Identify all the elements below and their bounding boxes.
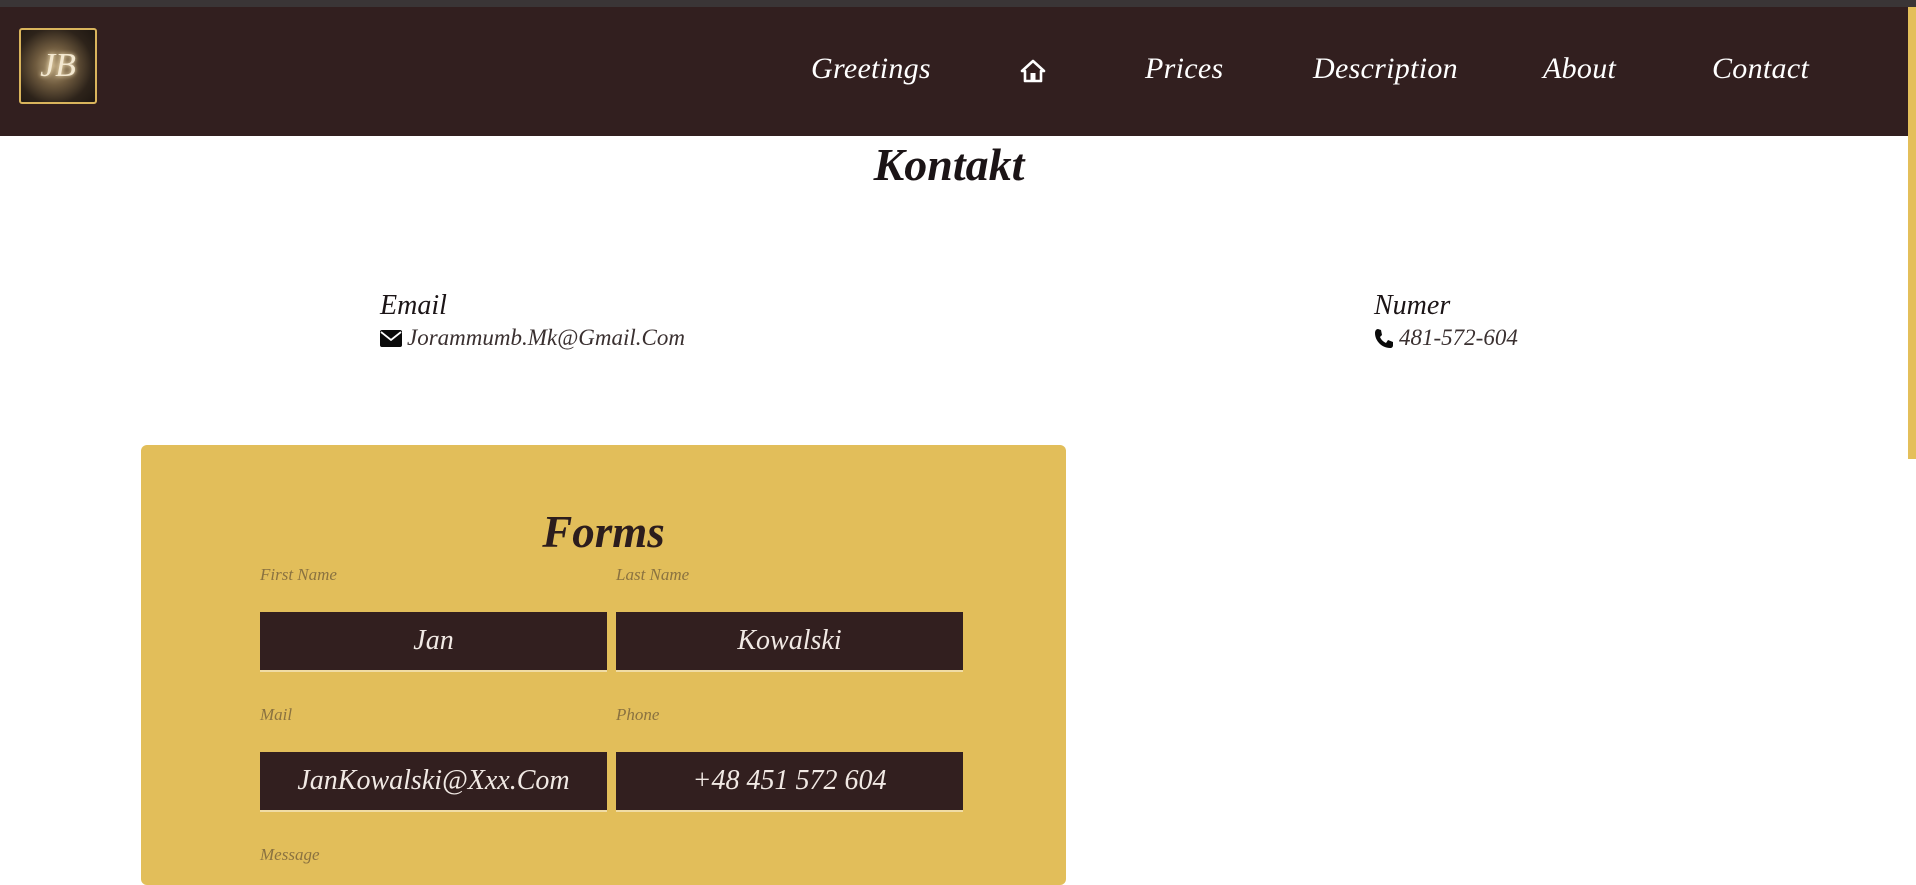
first-name-input[interactable]: Jan — [260, 612, 607, 672]
window-top-strip — [0, 0, 1916, 7]
last-name-label: Last Name — [616, 565, 690, 584]
nav-item-prices[interactable]: Prices — [1145, 51, 1223, 87]
phone-input[interactable]: +48 451 572 604 — [616, 752, 963, 812]
home-icon[interactable] — [1020, 59, 1046, 83]
nav-item-about[interactable]: About — [1543, 51, 1616, 87]
phone-row: 481-572-604 — [1374, 324, 1518, 352]
form-title: Forms — [542, 507, 665, 557]
contact-email-block: Email Jorammumb.Mk@Gmail.Com — [380, 290, 685, 352]
nav-item-description[interactable]: Description — [1313, 51, 1458, 87]
email-label: Email — [380, 290, 447, 321]
contact-phone-block: Numer 481-572-604 — [1374, 290, 1518, 352]
phone-field-label: Phone — [616, 705, 660, 724]
nav-item-contact[interactable]: Contact — [1712, 51, 1809, 87]
message-label: Message — [260, 845, 320, 864]
phone-link[interactable]: 481-572-604 — [1399, 324, 1518, 352]
envelope-icon — [380, 329, 402, 347]
last-name-input[interactable]: Kowalski — [616, 612, 963, 672]
first-name-label: First Name — [260, 565, 337, 584]
mail-label: Mail — [260, 705, 293, 724]
email-row: Jorammumb.Mk@Gmail.Com — [380, 324, 685, 352]
nav-item-greetings[interactable]: Greetings — [811, 51, 931, 87]
phone-label: Numer — [1374, 290, 1451, 321]
logo[interactable]: JB — [19, 28, 97, 104]
mail-input[interactable]: JanKowalski@Xxx.Com — [260, 752, 607, 812]
page-title: Kontakt — [873, 139, 1025, 190]
email-link[interactable]: Jorammumb.Mk@Gmail.Com — [407, 324, 685, 352]
logo-monogram: JB — [40, 47, 76, 84]
scrollbar-thumb[interactable] — [1908, 7, 1916, 459]
phone-icon — [1375, 328, 1393, 348]
navbar: JB Greetings Prices Description About Co… — [0, 7, 1916, 136]
contact-form-card: Forms First Name Last Name Jan Kowalski … — [141, 445, 1066, 885]
